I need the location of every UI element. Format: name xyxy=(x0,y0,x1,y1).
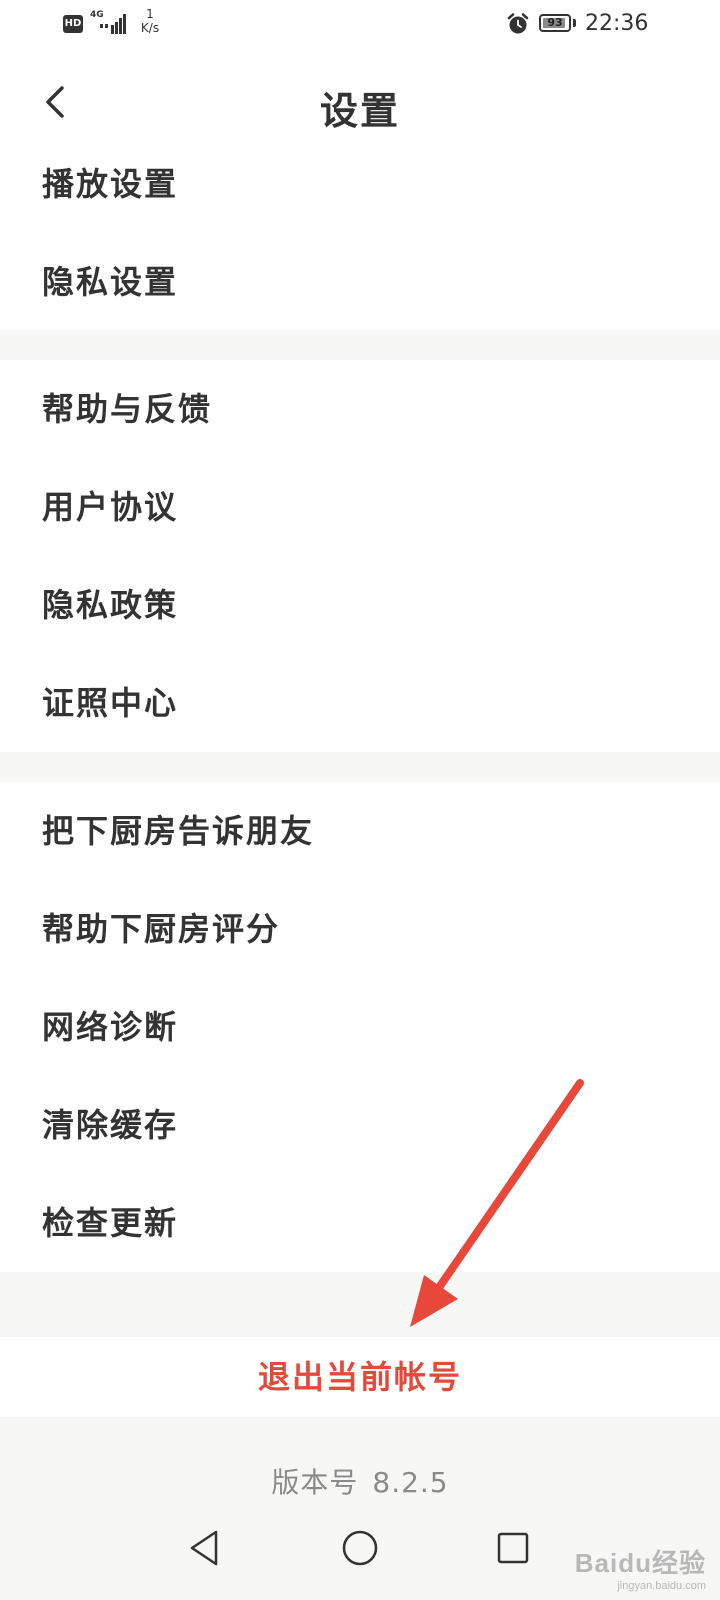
settings-group-playback-privacy: 播放设置 隐私设置 xyxy=(0,135,720,331)
settings-item-privacy-settings[interactable]: 隐私设置 xyxy=(0,233,720,331)
version-number: 8.2.5 xyxy=(372,1466,449,1499)
settings-item-privacy-policy[interactable]: 隐私政策 xyxy=(0,556,720,654)
network-speed: 1 K/s xyxy=(137,7,163,35)
settings-item-rate-app[interactable]: 帮助下厨房评分 xyxy=(0,880,720,978)
battery-cap xyxy=(573,19,576,27)
settings-item-share-app[interactable]: 把下厨房告诉朋友 xyxy=(0,782,720,880)
network-speed-unit: K/s xyxy=(140,21,160,35)
alarm-icon xyxy=(507,13,529,34)
settings-item-user-agreement[interactable]: 用户协议 xyxy=(0,458,720,556)
status-time: 22:36 xyxy=(585,11,649,36)
triangle-back-icon[interactable] xyxy=(186,1528,222,1568)
circle-home-icon[interactable] xyxy=(340,1528,380,1568)
settings-item-help-feedback[interactable]: 帮助与反馈 xyxy=(0,360,720,458)
signal-icon xyxy=(100,14,126,34)
settings-item-network-diagnosis[interactable]: 网络诊断 xyxy=(0,978,720,1076)
settings-group-misc: 把下厨房告诉朋友 帮助下厨房评分 网络诊断 清除缓存 检查更新 xyxy=(0,782,720,1272)
battery-level: 93 xyxy=(547,16,563,29)
settings-item-playback[interactable]: 播放设置 xyxy=(0,135,720,233)
page-title: 设置 xyxy=(319,89,400,133)
baidu-watermark: Baidu经验 jingyan.baidu.com xyxy=(556,1543,706,1592)
hd-badge: HD xyxy=(63,15,83,33)
group-divider xyxy=(0,330,720,360)
logout-button[interactable]: 退出当前帐号 xyxy=(0,1337,720,1417)
version-label: 版本号 xyxy=(271,1466,359,1499)
version-info: 版本号 8.2.5 xyxy=(0,1461,720,1501)
settings-group-help-legal: 帮助与反馈 用户协议 隐私政策 证照中心 xyxy=(0,360,720,752)
group-divider xyxy=(0,1272,720,1337)
group-divider xyxy=(0,752,720,782)
battery-indicator: 93 xyxy=(539,14,571,32)
red-arrow-annotation xyxy=(410,1079,584,1327)
watermark-sub-text: jingyan.baidu.com xyxy=(617,1580,706,1592)
system-nav-bar: Baidu经验 jingyan.baidu.com xyxy=(0,1500,720,1600)
network-speed-value: 1 xyxy=(146,7,154,21)
square-recent-icon[interactable] xyxy=(495,1530,531,1566)
settings-item-clear-cache[interactable]: 清除缓存 xyxy=(0,1076,720,1174)
watermark-main-text: Baidu经验 xyxy=(574,1548,706,1578)
settings-item-license-center[interactable]: 证照中心 xyxy=(0,654,720,752)
settings-item-check-update[interactable]: 检查更新 xyxy=(0,1174,720,1272)
status-bar: HD 4G 1 K/s 93 22:36 xyxy=(0,0,720,50)
